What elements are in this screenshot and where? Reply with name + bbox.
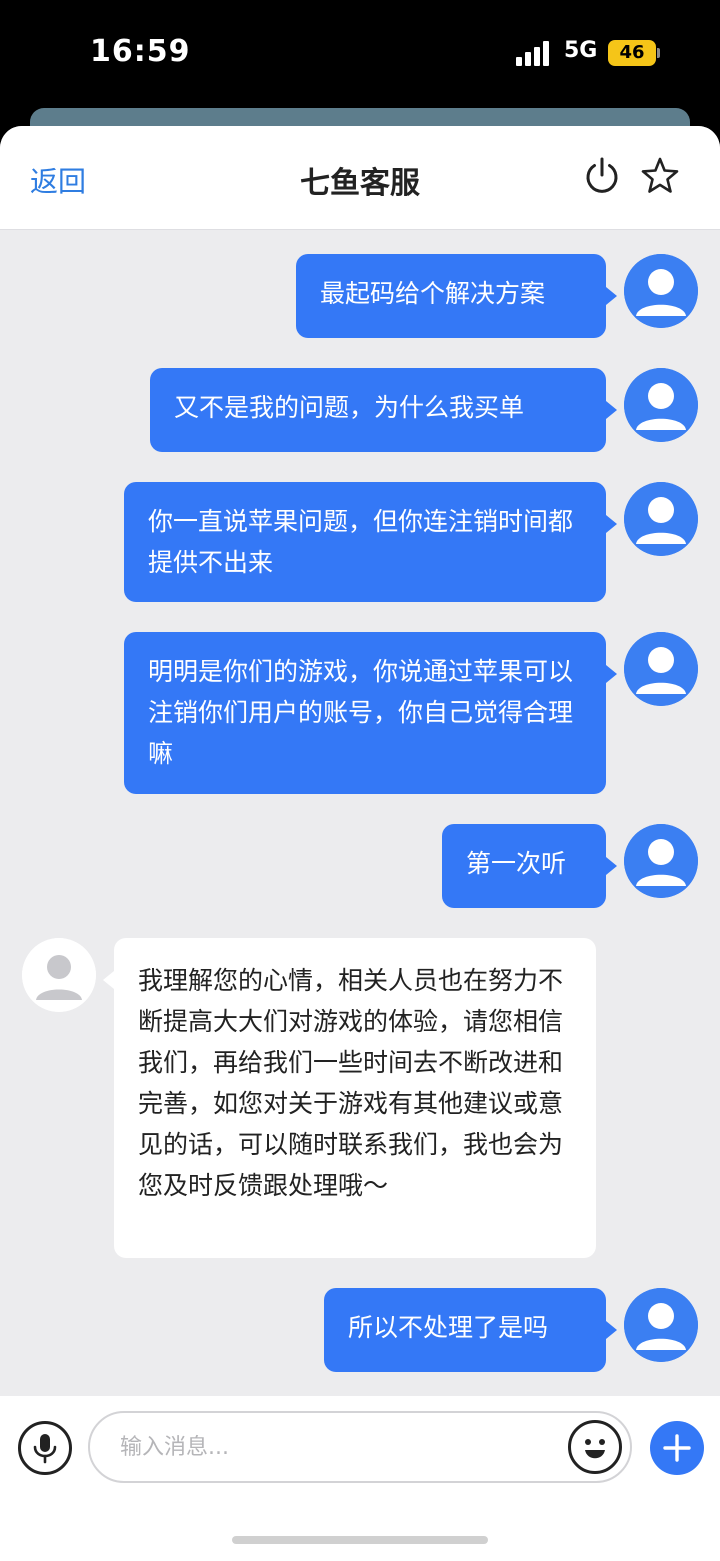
bubble-tail — [606, 857, 617, 875]
user-message-bubble: 所以不处理了是吗 — [324, 1288, 606, 1372]
plus-icon[interactable] — [650, 1421, 704, 1475]
bubble-tail — [103, 971, 114, 989]
star-icon[interactable] — [640, 156, 680, 196]
agent-message-bubble: 我理解您的心情，相关人员也在努力不断提高大大们对游戏的体验，请您相信我们，再给我… — [114, 938, 596, 1258]
bubble-tail — [606, 515, 617, 533]
network-type: 5G — [564, 38, 598, 63]
message-list: 最起码给个解决方案 又不是我的问题，为什么我买单 你一直说苹果问题，但你连注销时… — [0, 230, 720, 1396]
chat-sheet: 返回 七鱼客服 最起码给个解决方案 又不是我的问题，为什么我买单 你一直说苹果问… — [0, 126, 720, 1561]
user-avatar-icon — [624, 1288, 698, 1362]
battery-tip — [657, 48, 660, 58]
user-message-bubble: 明明是你们的游戏，你说通过苹果可以注销你们用户的账号，你自己觉得合理嘛 — [124, 632, 606, 794]
status-bar: 16:59 5G 46 — [0, 0, 720, 108]
signal-strength-icon — [516, 40, 552, 66]
user-avatar-icon — [624, 482, 698, 556]
bubble-tail — [606, 401, 617, 419]
battery-icon: 46 — [608, 40, 656, 66]
emoji-icon[interactable] — [568, 1420, 622, 1474]
agent-avatar-icon — [22, 938, 96, 1012]
power-icon[interactable] — [582, 156, 622, 196]
microphone-icon[interactable] — [18, 1421, 72, 1475]
bubble-tail — [606, 665, 617, 683]
user-message-bubble: 第一次听 — [442, 824, 606, 908]
user-message-bubble: 你一直说苹果问题，但你连注销时间都提供不出来 — [124, 482, 606, 602]
user-message-bubble: 最起码给个解决方案 — [296, 254, 606, 338]
chat-header: 返回 七鱼客服 — [0, 126, 720, 230]
input-bar — [0, 1396, 720, 1561]
user-avatar-icon — [624, 632, 698, 706]
home-indicator — [232, 1536, 488, 1544]
status-time: 16:59 — [90, 34, 191, 69]
user-message-bubble: 又不是我的问题，为什么我买单 — [150, 368, 606, 452]
user-avatar-icon — [624, 824, 698, 898]
user-avatar-icon — [624, 254, 698, 328]
message-input[interactable] — [88, 1411, 632, 1483]
user-avatar-icon — [624, 368, 698, 442]
bubble-tail — [606, 1321, 617, 1339]
bubble-tail — [606, 287, 617, 305]
